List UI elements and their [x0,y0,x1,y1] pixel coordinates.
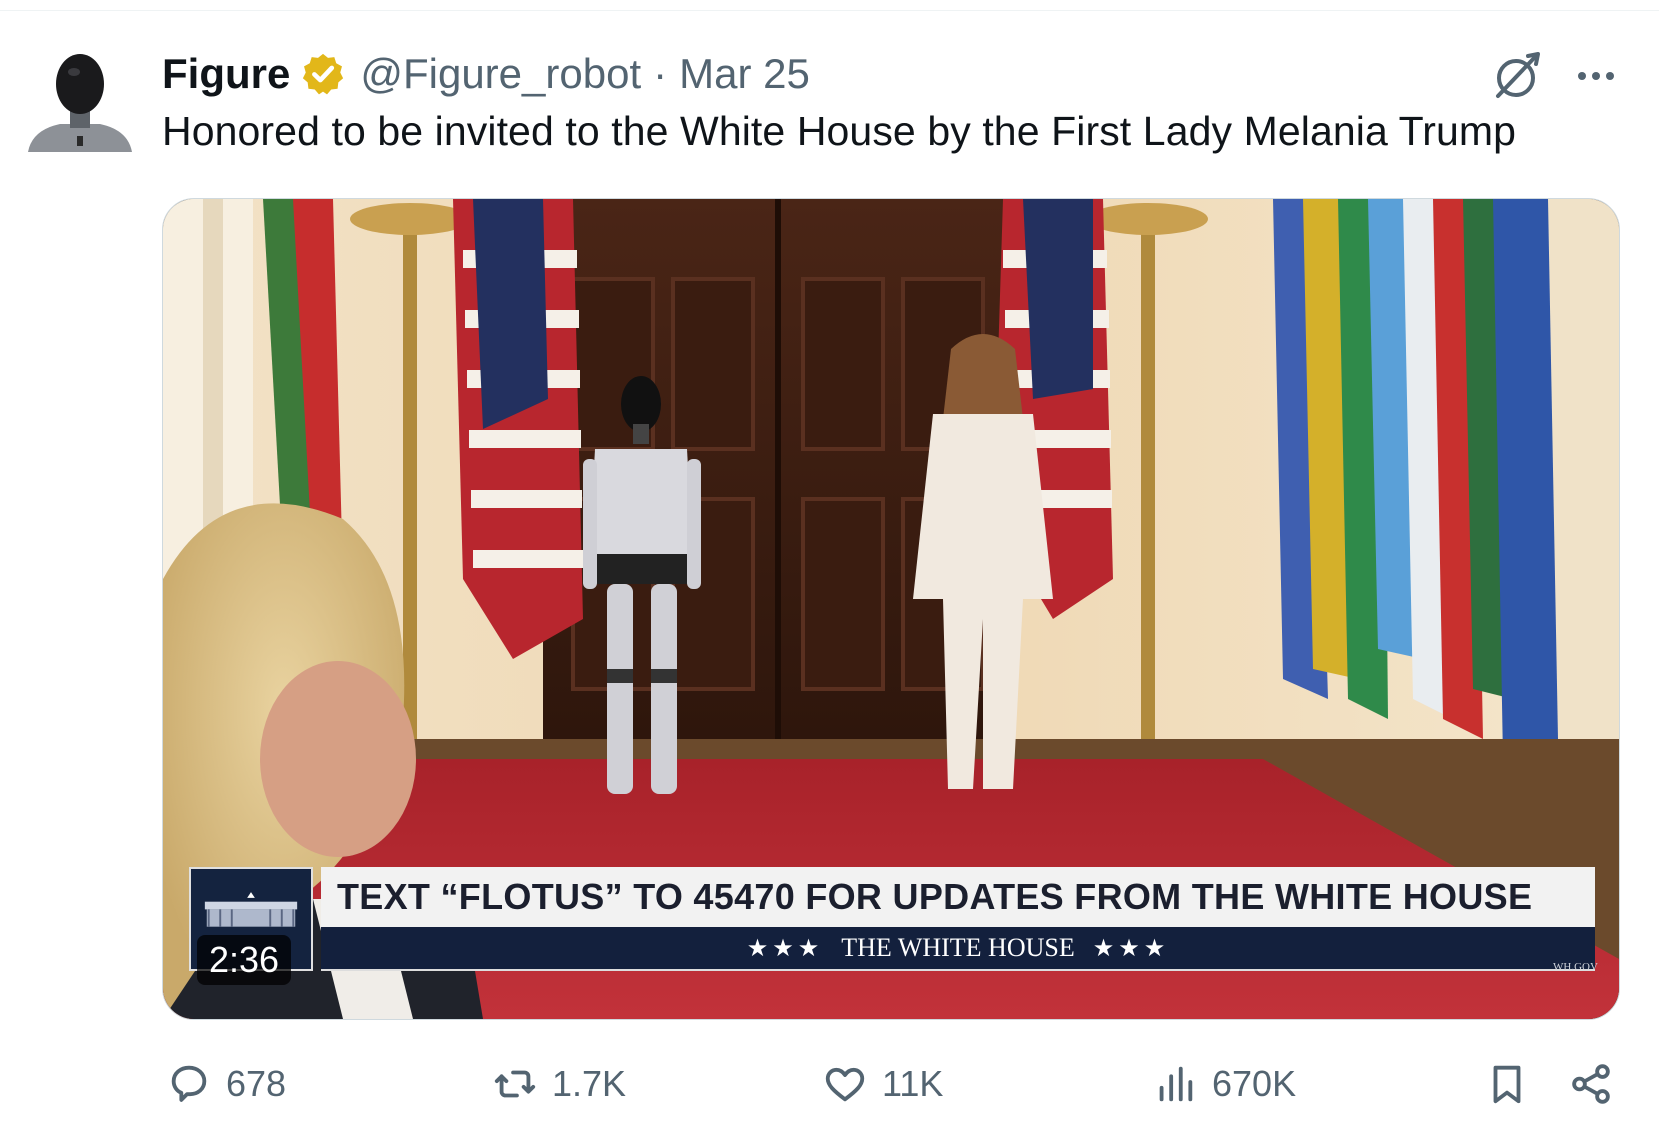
like-count: 11K [882,1063,944,1104]
display-name[interactable]: Figure [162,50,290,98]
reply-icon [171,1065,207,1102]
grok-icon[interactable] [1490,48,1546,104]
top-divider [0,10,1659,11]
stars-right: ★★★ [1092,934,1170,962]
user-handle[interactable]: @Figure_robot [360,50,641,98]
bookmark-button[interactable] [1482,1056,1532,1112]
action-bar: 678 1.7K 11K 670K [162,1056,1622,1112]
bookmark-icon [1493,1065,1521,1104]
subbar-text: THE WHITE HOUSE [841,933,1075,962]
views-button[interactable]: 670K [1152,1056,1296,1112]
share-button[interactable] [1566,1056,1616,1112]
tweet-date[interactable]: Mar 25 [679,50,810,98]
video-watermark: WH.GOV [1553,961,1598,973]
video-duration: 2:36 [197,935,292,985]
share-icon [1572,1064,1610,1104]
avatar[interactable] [26,44,134,160]
tweet-text: Honored to be invited to the White House… [162,108,1517,154]
lower-third-text: TEXT “FLOTUS” TO 45470 FOR UPDATES FROM … [337,876,1533,917]
like-button[interactable]: 11K [822,1056,943,1112]
repost-count: 1.7K [552,1063,627,1104]
more-options-icon[interactable] [1572,56,1620,96]
reply-button[interactable]: 678 [166,1056,286,1112]
separator-dot: · [653,50,668,97]
white-house-subbar: ★★★ THE WHITE HOUSE ★★★ [321,927,1595,971]
stars-left: ★★★ [746,934,824,962]
repost-button[interactable]: 1.7K [492,1056,626,1112]
reply-count: 678 [226,1063,287,1104]
verified-badge-icon[interactable] [300,51,346,97]
humanoid-robot-avatar-icon [26,44,134,160]
heart-icon [825,1067,865,1102]
view-count: 670K [1212,1063,1297,1104]
analytics-icon [1159,1066,1193,1102]
repost-icon [494,1070,536,1098]
video-player[interactable]: 2:36 TEXT “FLOTUS” TO 45470 FOR UPDATES … [162,198,1620,1020]
tweet-header: Figure @Figure_robot · Mar 25 [162,46,810,102]
lower-third-banner: TEXT “FLOTUS” TO 45470 FOR UPDATES FROM … [321,867,1595,927]
